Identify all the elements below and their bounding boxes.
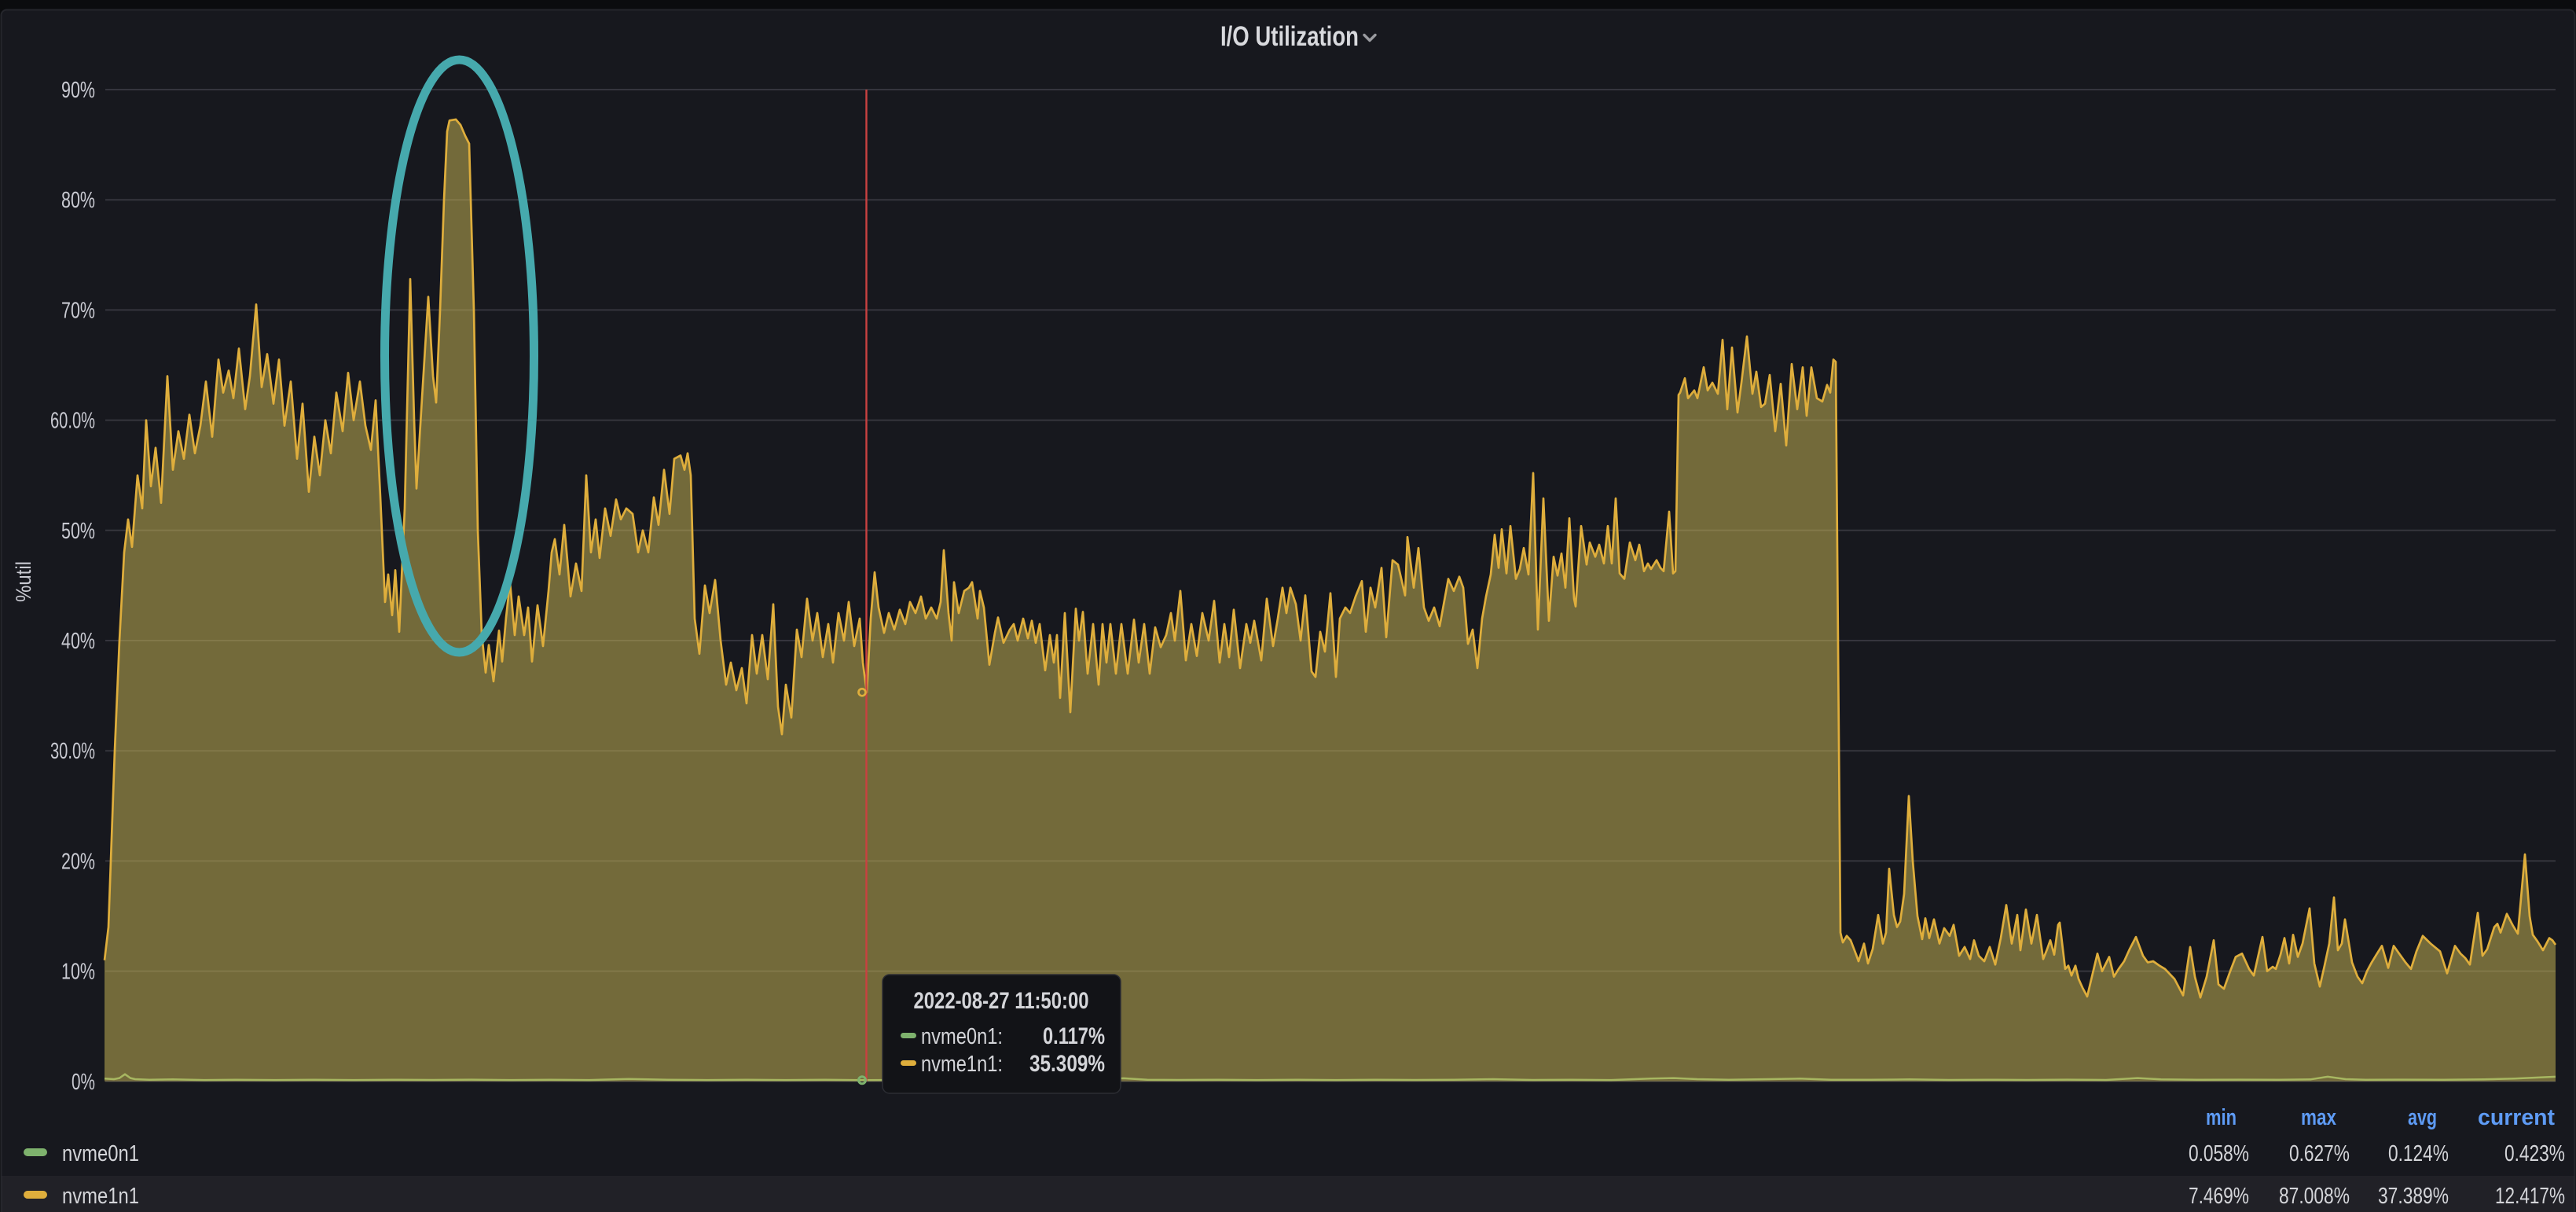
svg-text:35.309%: 35.309% <box>1029 1051 1105 1077</box>
svg-text:90%: 90% <box>61 78 95 103</box>
svg-text:37.389%: 37.389% <box>2378 1184 2449 1209</box>
svg-text:0.423%: 0.423% <box>2504 1141 2565 1166</box>
svg-text:%util: %util <box>12 561 35 602</box>
svg-text:max: max <box>2301 1105 2336 1130</box>
svg-text:20%: 20% <box>61 849 95 874</box>
svg-text:nvme0n1:: nvme0n1: <box>921 1024 1003 1049</box>
svg-text:70%: 70% <box>61 298 95 323</box>
svg-text:min: min <box>2206 1105 2237 1130</box>
svg-text:50%: 50% <box>61 519 95 544</box>
svg-text:current: current <box>2478 1105 2555 1130</box>
svg-text:I/O Utilization: I/O Utilization <box>1220 21 1359 52</box>
svg-text:0.117%: 0.117% <box>1043 1023 1105 1049</box>
svg-text:avg: avg <box>2408 1105 2437 1130</box>
svg-text:80%: 80% <box>61 188 95 213</box>
svg-text:nvme1n1: nvme1n1 <box>62 1184 139 1209</box>
svg-text:40%: 40% <box>61 629 95 654</box>
svg-text:nvme1n1:: nvme1n1: <box>921 1052 1003 1077</box>
svg-text:nvme0n1: nvme0n1 <box>62 1141 139 1166</box>
svg-text:30.0%: 30.0% <box>50 739 95 764</box>
svg-text:0.124%: 0.124% <box>2388 1141 2449 1166</box>
svg-text:0.058%: 0.058% <box>2189 1141 2249 1166</box>
svg-text:87.008%: 87.008% <box>2279 1184 2350 1209</box>
svg-text:2022-08-27 11:50:00: 2022-08-27 11:50:00 <box>914 988 1089 1014</box>
svg-text:60.0%: 60.0% <box>50 409 95 434</box>
svg-text:10%: 10% <box>61 960 95 985</box>
svg-text:7.469%: 7.469% <box>2189 1184 2249 1209</box>
svg-text:0.627%: 0.627% <box>2289 1141 2350 1166</box>
svg-text:0%: 0% <box>72 1070 95 1095</box>
svg-text:12.417%: 12.417% <box>2495 1184 2565 1209</box>
